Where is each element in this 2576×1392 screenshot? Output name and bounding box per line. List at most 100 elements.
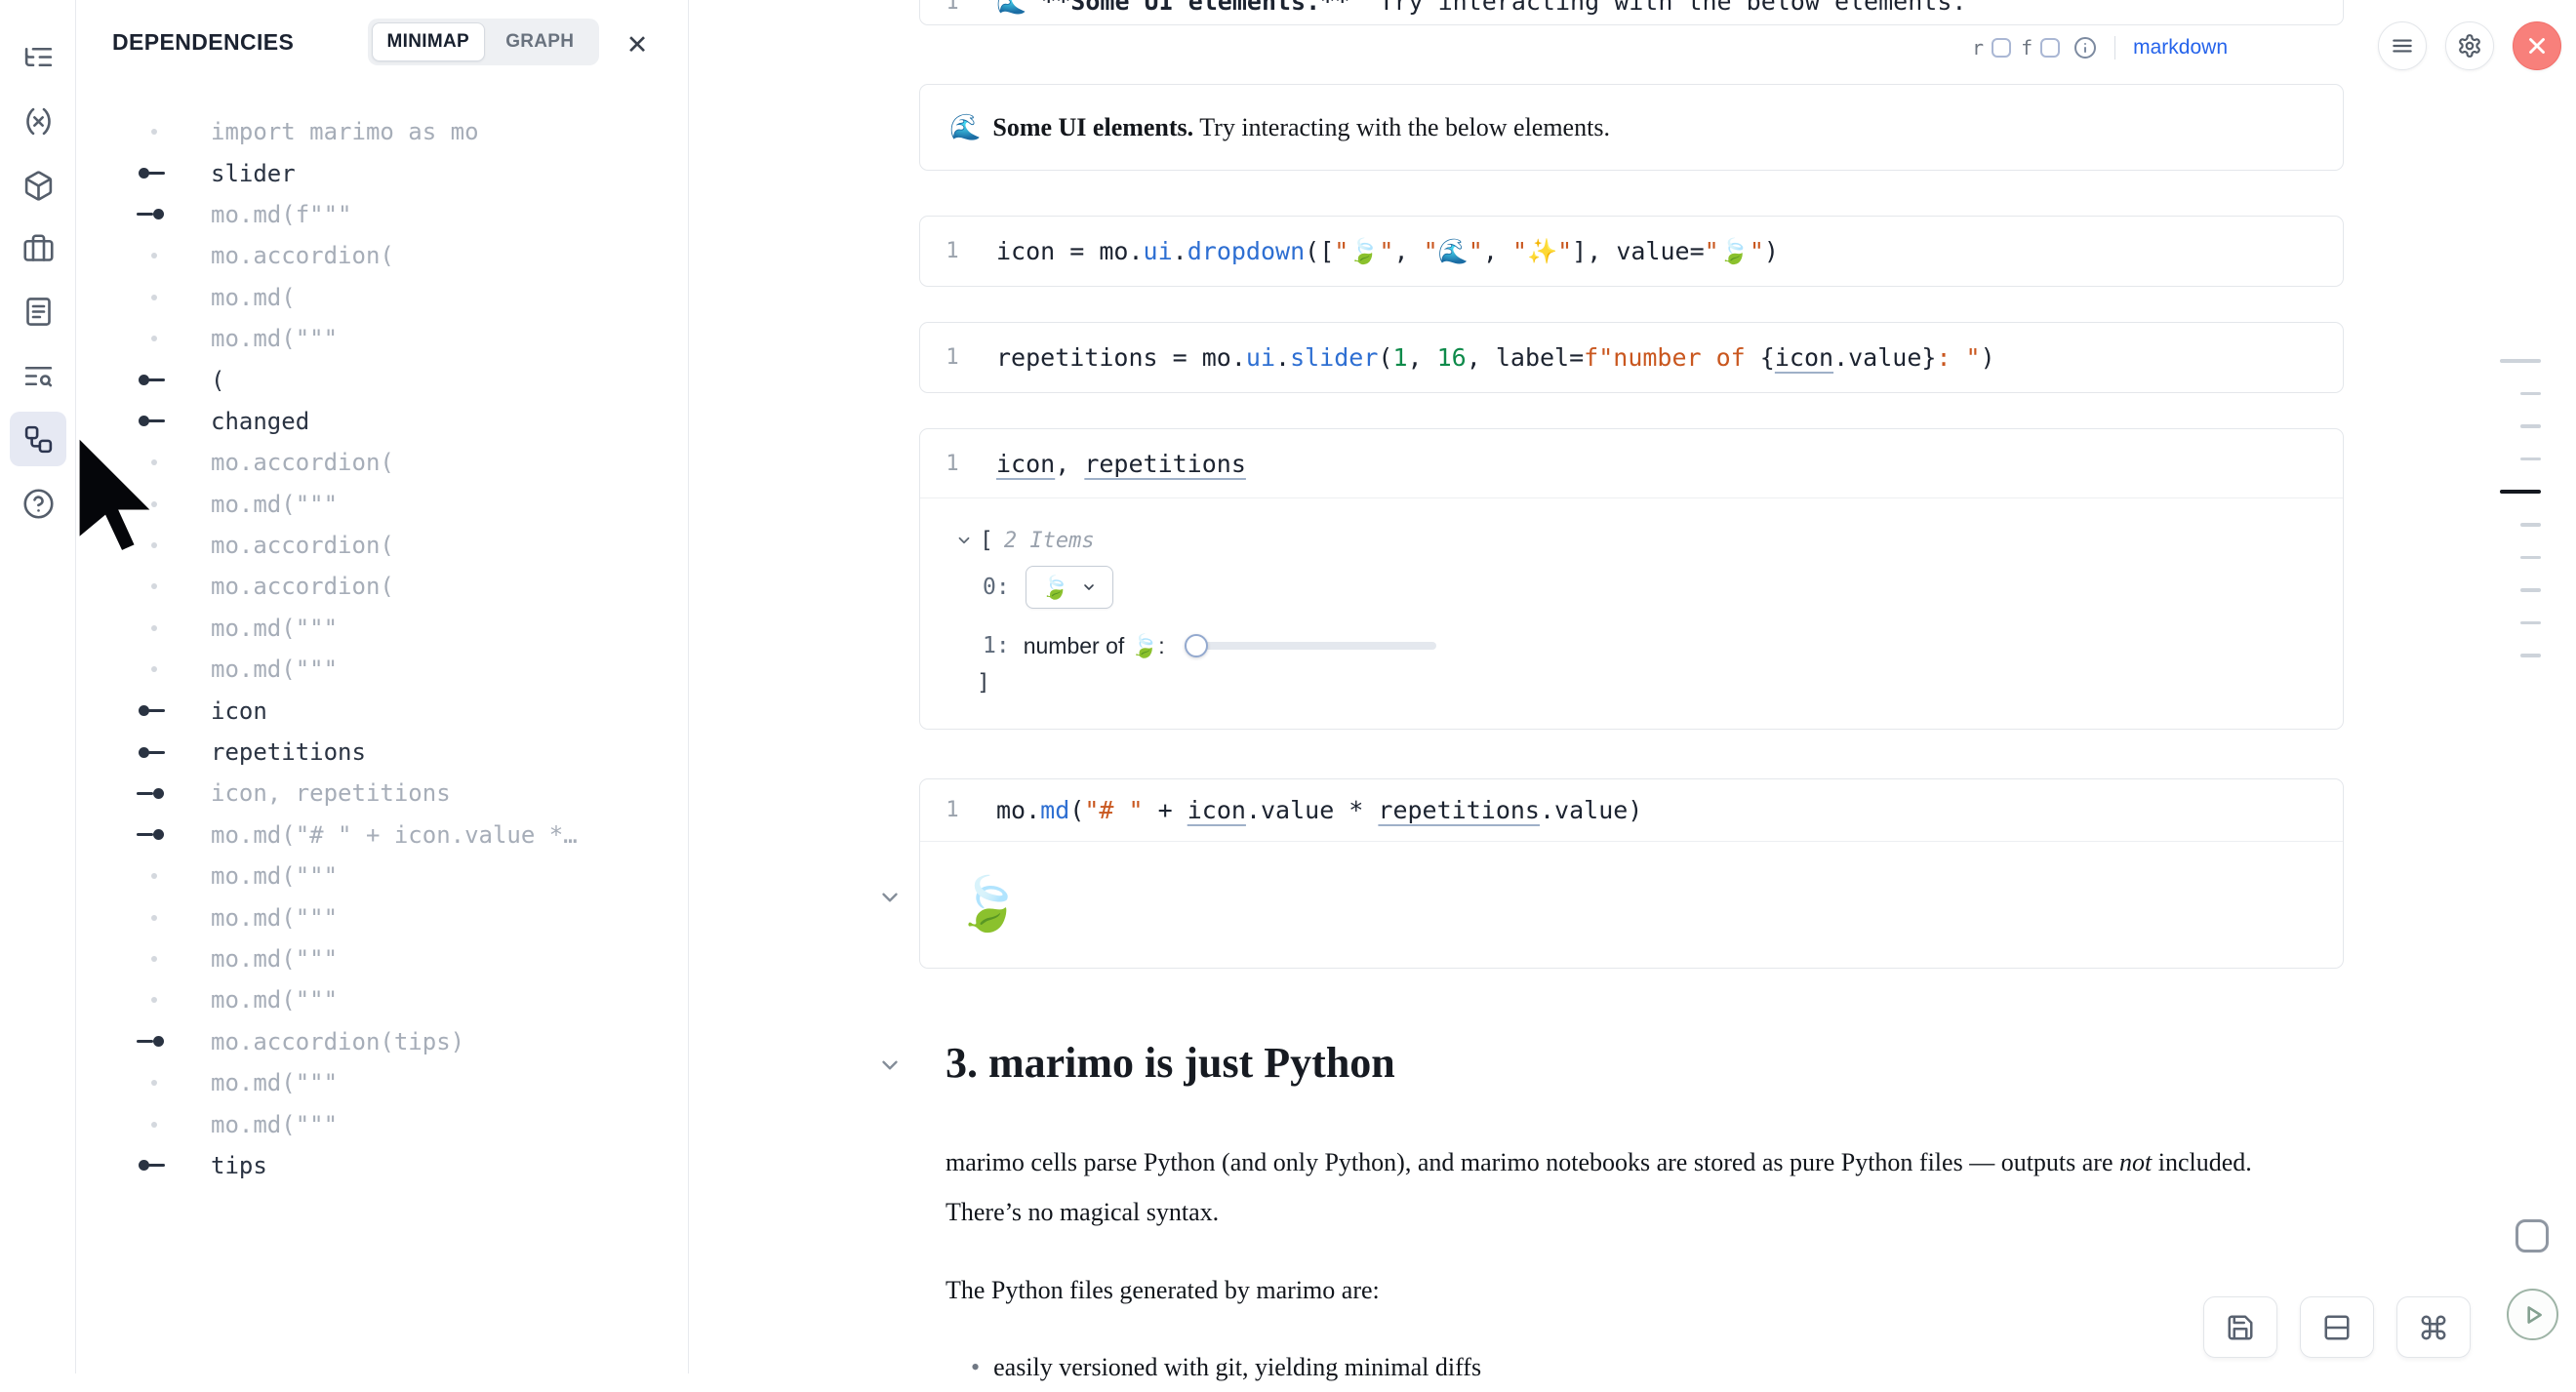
code-editor[interactable]: repetitions = mo.ui.slider(1, 16, label=…: [996, 343, 1995, 372]
rail-file-tree-button[interactable]: [10, 29, 66, 84]
code-editor[interactable]: icon, repetitions: [996, 450, 1246, 478]
minimap-item[interactable]: mo.md(""": [76, 979, 687, 1020]
layout-button[interactable]: [2300, 1296, 2374, 1358]
minimap-item[interactable]: mo.md(""": [76, 938, 687, 979]
minimap-item[interactable]: mo.md(""": [76, 608, 687, 649]
box-icon: [22, 170, 55, 202]
close-icon: [2524, 33, 2550, 59]
minimap-item-label: mo.md(""": [211, 904, 338, 932]
code-token: icon: [996, 237, 1055, 265]
minimap-item[interactable]: mo.md(""": [76, 1062, 687, 1103]
outline-marker[interactable]: [2520, 654, 2541, 657]
minimap-item[interactable]: icon: [76, 690, 687, 731]
minimap-item[interactable]: tips: [76, 1145, 687, 1186]
code-token: .value: [1540, 796, 1628, 824]
slider-thumb[interactable]: [1185, 634, 1208, 657]
minimap-item[interactable]: mo.md(""": [76, 484, 687, 525]
close-panel-button[interactable]: ✕: [620, 27, 655, 62]
code-token: 🌊: [996, 0, 1041, 16]
rail-help-button[interactable]: [10, 476, 66, 531]
minimap-item[interactable]: mo.md(""": [76, 896, 687, 937]
minimap-item[interactable]: repetitions: [76, 732, 687, 773]
format-checkbox[interactable]: [2040, 38, 2060, 58]
cell-input-node-icon: [137, 194, 170, 235]
save-button[interactable]: [2203, 1296, 2277, 1358]
tab-graph[interactable]: GRAPH: [485, 22, 596, 61]
code-token: repetitions: [996, 343, 1158, 372]
minimap-item[interactable]: (: [76, 359, 687, 400]
code-token: ],: [1572, 237, 1616, 265]
rail-dependencies-button[interactable]: [10, 412, 66, 466]
minimap-item[interactable]: mo.md(f""": [76, 194, 687, 235]
minimap-item[interactable]: mo.accordion(: [76, 566, 687, 607]
rail-logs-button[interactable]: [10, 348, 66, 403]
code-token: : ": [1936, 343, 1980, 372]
minimap-item[interactable]: import marimo as mo: [76, 111, 687, 152]
outline-marker[interactable]: [2520, 392, 2541, 396]
code-token: =: [1569, 343, 1584, 372]
outline-marker[interactable]: [2520, 523, 2541, 527]
minimap-item[interactable]: slider: [76, 152, 687, 193]
minimap-item[interactable]: mo.md(""": [76, 1103, 687, 1144]
slider[interactable]: [1185, 633, 1436, 658]
code-cell-dropdown: 1 icon = mo.ui.dropdown(["🍃", "🌊", "✨"],…: [919, 216, 2344, 287]
cell-dot-icon: [137, 566, 170, 607]
minimap-item-label: mo.md(""": [211, 986, 338, 1014]
app-view-button[interactable]: [2514, 1216, 2551, 1255]
outline-marker[interactable]: [2500, 359, 2541, 363]
code-editor[interactable]: mo.md("# " + icon.value * repetitions.va…: [996, 796, 1642, 824]
minimap-item[interactable]: mo.accordion(tips): [76, 1021, 687, 1062]
minimap-item-label: tips: [211, 1152, 267, 1179]
code-token: =: [1158, 343, 1202, 372]
minimap-item[interactable]: mo.md(""": [76, 855, 687, 896]
rounded-square-icon: [2516, 1219, 2549, 1253]
slider-track[interactable]: [1185, 642, 1436, 650]
settings-button[interactable]: [2445, 21, 2494, 70]
minimap-item-label: mo.md(""": [211, 945, 338, 973]
minimap-item-label: mo.accordion(: [211, 242, 394, 269]
language-toggle[interactable]: markdown: [2133, 36, 2228, 60]
collapse-output-icon[interactable]: [877, 885, 903, 910]
minimap-item[interactable]: mo.accordion(: [76, 235, 687, 276]
code-cell-slider: 1 repetitions = mo.ui.slider(1, 16, labe…: [919, 322, 2344, 393]
minimap-item[interactable]: changed: [76, 401, 687, 442]
minimap-item[interactable]: mo.md(""": [76, 318, 687, 359]
command-palette-button[interactable]: [2396, 1296, 2471, 1358]
minimap-item[interactable]: mo.md("# " + icon.value *…: [76, 815, 687, 855]
markdown-editor[interactable]: 🌊 **Some UI elements.** Try interacting …: [996, 0, 1966, 17]
close-notebook-button[interactable]: [2513, 21, 2561, 70]
collapse-section-icon[interactable]: [877, 1053, 903, 1078]
code-token: ,: [1393, 237, 1423, 265]
marimo-app: DEPENDENCIES MINIMAP GRAPH ✕ import mari…: [0, 0, 2576, 1373]
command-icon: [2419, 1313, 2448, 1342]
minimap-item[interactable]: mo.accordion(: [76, 525, 687, 566]
info-icon[interactable]: [2073, 36, 2097, 60]
dropdown-select[interactable]: 🍃: [1026, 566, 1113, 609]
rail-toolbox-button[interactable]: [10, 221, 66, 276]
minimap-list: import marimo as moslidermo.md(f""" mo.ac…: [76, 111, 687, 1186]
paragraph: marimo cells parse Python (and only Pyth…: [946, 1137, 2296, 1237]
chevron-down-icon[interactable]: [955, 532, 973, 549]
minimap-item[interactable]: mo.md(""": [76, 649, 687, 690]
outline-marker[interactable]: [2500, 490, 2541, 494]
outline-marker[interactable]: [2520, 588, 2541, 592]
minimap-item[interactable]: icon, repetitions: [76, 773, 687, 814]
code-token: icon: [1187, 796, 1246, 824]
menu-button[interactable]: [2378, 21, 2427, 70]
minimap-item[interactable]: mo.accordion(: [76, 442, 687, 483]
run-button[interactable]: [2507, 1289, 2558, 1340]
code-token: ,: [1055, 450, 1084, 478]
outline-marker[interactable]: [2520, 457, 2541, 461]
outline-marker[interactable]: [2520, 621, 2541, 625]
rail-snippets-button[interactable]: [10, 284, 66, 338]
reactive-checkbox[interactable]: [1992, 38, 2011, 58]
code-token: ui: [1246, 343, 1275, 372]
rail-packages-button[interactable]: [10, 158, 66, 213]
minimap-item[interactable]: mo.md(: [76, 277, 687, 318]
tab-minimap[interactable]: MINIMAP: [372, 22, 485, 61]
outline-marker[interactable]: [2520, 424, 2541, 428]
code-editor[interactable]: icon = mo.ui.dropdown(["🍃", "🌊", "✨"], v…: [996, 237, 1779, 266]
rail-variables-button[interactable]: [10, 94, 66, 148]
outline-marker[interactable]: [2520, 556, 2541, 560]
circle-help-icon: [22, 488, 55, 520]
